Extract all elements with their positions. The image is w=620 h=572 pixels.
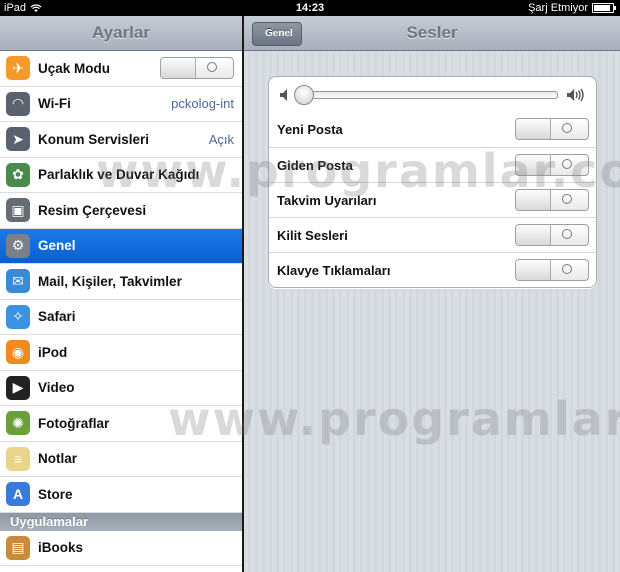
- settings-master-pane: Ayarlar ✈ Uçak Modu ◠ Wi-Fi pckolog-int ➤ Konu…: [0, 16, 242, 572]
- sidebar-item-label: Mail, Kişiler, Takvimler: [38, 273, 182, 289]
- sidebar-item-value: Açık: [208, 131, 234, 147]
- speaker-high-icon: [567, 88, 584, 101]
- sidebar-item-label: Konum Servisleri: [38, 131, 150, 147]
- mail-icon: ✉: [6, 269, 30, 294]
- toggle-thumb[interactable]: [516, 190, 551, 210]
- sound-setting-row: Kilit Sesleri: [269, 217, 596, 252]
- sidebar-item-notlar[interactable]: ≡ Notlar: [0, 442, 242, 477]
- sound-setting-label: Giden Posta: [277, 157, 353, 173]
- sound-toggle[interactable]: [515, 118, 589, 140]
- ibooks-icon: ▤: [6, 535, 30, 560]
- ipod-icon: ◉: [6, 340, 30, 365]
- sidebar-item-resim-çerçevesi[interactable]: ▣ Resim Çerçevesi: [0, 193, 242, 229]
- detail-nav-bar: Genel Sesler: [244, 16, 620, 51]
- sidebar-item-label: Wi-Fi: [38, 96, 71, 112]
- sidebar-item-ibooks[interactable]: ▤ iBooks: [0, 531, 242, 566]
- sound-setting-label: Takvim Uyarıları: [277, 192, 377, 208]
- sidebar-item-label: Resim Çerçevesi: [38, 202, 147, 218]
- sound-setting-row: Yeni Posta: [269, 112, 596, 147]
- volume-slider-row: [269, 77, 596, 112]
- sidebar-item-label: Uçak Modu: [38, 60, 111, 76]
- volume-slider[interactable]: [294, 84, 558, 105]
- sidebar-item-mail-kişiler-takvimler[interactable]: ✉ Mail, Kişiler, Takvimler: [0, 264, 242, 300]
- sound-toggle[interactable]: [515, 259, 589, 281]
- airplane-mode-toggle[interactable]: [160, 57, 234, 79]
- toggle-off-icon: [562, 264, 572, 274]
- sidebar-item-label: Notlar: [38, 451, 78, 467]
- master-nav-title: Ayarlar: [0, 16, 242, 51]
- airplane-icon: ✈: [6, 56, 30, 81]
- speaker-low-icon: [280, 88, 287, 101]
- video-icon: ▶: [6, 375, 30, 400]
- toggle-thumb[interactable]: [516, 155, 551, 175]
- sidebar-item-label: iBooks: [38, 540, 84, 556]
- sidebar-item-wi-fi[interactable]: ◠ Wi-Fi pckolog-int: [0, 87, 242, 122]
- sound-setting-row: Takvim Uyarıları: [269, 182, 596, 217]
- flower-icon: ✿: [6, 162, 30, 187]
- picture-frame-icon: ▣: [6, 198, 30, 223]
- detail-title: Sesler: [406, 23, 458, 42]
- sidebar-item-label: Video: [38, 380, 75, 396]
- wifi-icon: ◠: [6, 91, 30, 116]
- sidebar-item-label: Genel: [38, 238, 76, 254]
- sound-setting-label: Klavye Tıklamaları: [277, 262, 391, 278]
- status-time: 14:23: [295, 2, 325, 14]
- sidebar-item-value: pckolog-int: [171, 96, 234, 112]
- sidebar-item-fotoğraflar[interactable]: ✺ Fotoğraflar: [0, 406, 242, 442]
- sidebar-item-label: Store: [38, 486, 73, 502]
- sound-toggle[interactable]: [515, 224, 589, 246]
- volume-slider-knob[interactable]: [294, 84, 314, 105]
- app-store-icon: A: [6, 482, 30, 507]
- sound-toggle[interactable]: [515, 189, 589, 211]
- sound-setting-row: Giden Posta: [269, 147, 596, 182]
- notes-icon: ≡: [6, 446, 30, 471]
- sidebar-item-konum-servisleri[interactable]: ➤ Konum Servisleri Açık: [0, 122, 242, 158]
- sidebar-item-genel[interactable]: ⚙ Genel: [0, 228, 242, 264]
- charging-status: Şarj Etmiyor: [528, 2, 588, 14]
- sound-toggle[interactable]: [515, 154, 589, 176]
- sidebar-item-parlaklık-ve-duvar-kağıdı[interactable]: ✿ Parlaklık ve Duvar Kağıdı: [0, 158, 242, 193]
- toggle-off-icon: [562, 229, 572, 239]
- location-icon: ➤: [6, 127, 30, 152]
- toggle-thumb[interactable]: [516, 119, 551, 139]
- sound-setting-label: Yeni Posta: [277, 122, 343, 137]
- sound-setting-label: Kilit Sesleri: [277, 227, 348, 243]
- sound-setting-row: Klavye Tıklamaları: [269, 252, 596, 287]
- gear-icon: ⚙: [6, 233, 30, 258]
- status-bar: iPad 14:23 Şarj Etmiyor: [0, 0, 620, 16]
- sidebar-item-label: Parlaklık ve Duvar Kağıdı: [38, 167, 200, 183]
- section-header-apps: Uygulamalar: [0, 512, 242, 531]
- toggle-thumb[interactable]: [516, 225, 551, 245]
- compass-icon: ✧: [6, 304, 30, 329]
- back-button[interactable]: Genel: [252, 22, 302, 46]
- toggle-off-icon: [562, 123, 572, 133]
- sounds-detail-pane: Genel Sesler Yeni Posta Giden Posta Takvim…: [244, 16, 620, 572]
- toggle-off-icon: [562, 194, 572, 204]
- sidebar-item-safari[interactable]: ✧ Safari: [0, 300, 242, 335]
- toggle-thumb[interactable]: [161, 58, 196, 78]
- sidebar-item-video[interactable]: ▶ Video: [0, 371, 242, 406]
- apps-list: ▤ iBooks: [0, 531, 242, 566]
- toggle-thumb[interactable]: [516, 260, 551, 280]
- sidebar-item-label: Fotoğraflar: [38, 415, 110, 431]
- sidebar-item-uçak-modu[interactable]: ✈ Uçak Modu: [0, 51, 242, 87]
- sunflower-icon: ✺: [6, 411, 30, 436]
- settings-list: ✈ Uçak Modu ◠ Wi-Fi pckolog-int ➤ Konum Servis…: [0, 51, 242, 513]
- battery-icon: [592, 3, 616, 13]
- sidebar-item-label: Safari: [38, 309, 76, 325]
- sidebar-item-label: iPod: [38, 344, 68, 360]
- toggle-off-icon: [207, 62, 217, 72]
- sounds-group: Yeni Posta Giden Posta Takvim Uyarıları Kil…: [268, 76, 597, 288]
- toggle-off-icon: [562, 159, 572, 169]
- sidebar-item-ipod[interactable]: ◉ iPod: [0, 335, 242, 371]
- sidebar-item-store[interactable]: A Store: [0, 477, 242, 513]
